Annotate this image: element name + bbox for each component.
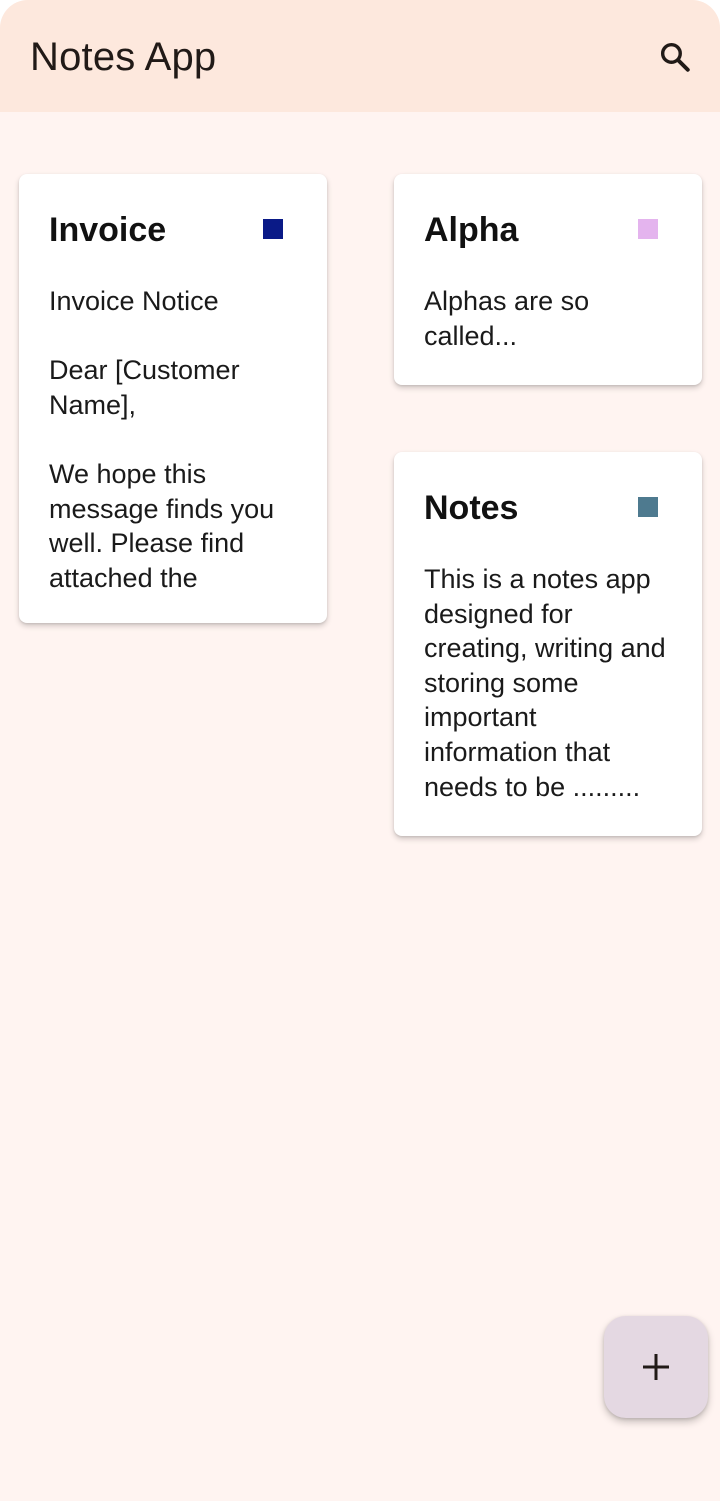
add-note-button[interactable] xyxy=(604,1316,708,1418)
notes-screen: Notes App Invoice Invoice Notice Dear [C… xyxy=(0,0,720,1501)
note-preview: Invoice Notice Dear [Customer Name], We … xyxy=(49,286,275,593)
plus-icon xyxy=(643,1354,669,1380)
note-title: Notes xyxy=(424,489,519,527)
search-icon xyxy=(660,42,690,72)
note-color-swatch xyxy=(638,219,658,239)
search-button[interactable] xyxy=(648,30,702,84)
note-card-notes[interactable]: Notes This is a notes app designed for c… xyxy=(394,452,702,836)
note-card-alpha[interactable]: Alpha Alphas are so called... xyxy=(394,174,702,385)
app-bar: Notes App xyxy=(0,0,720,112)
note-title: Invoice xyxy=(49,211,167,249)
app-title: Notes App xyxy=(30,35,217,79)
note-preview: This is a notes app designed for creatin… xyxy=(424,564,666,802)
note-color-swatch xyxy=(263,219,283,239)
note-card-invoice[interactable]: Invoice Invoice Notice Dear [Customer Na… xyxy=(19,174,327,623)
note-title: Alpha xyxy=(424,211,519,249)
note-preview: Alphas are so called... xyxy=(424,286,590,351)
note-color-swatch xyxy=(638,497,658,517)
